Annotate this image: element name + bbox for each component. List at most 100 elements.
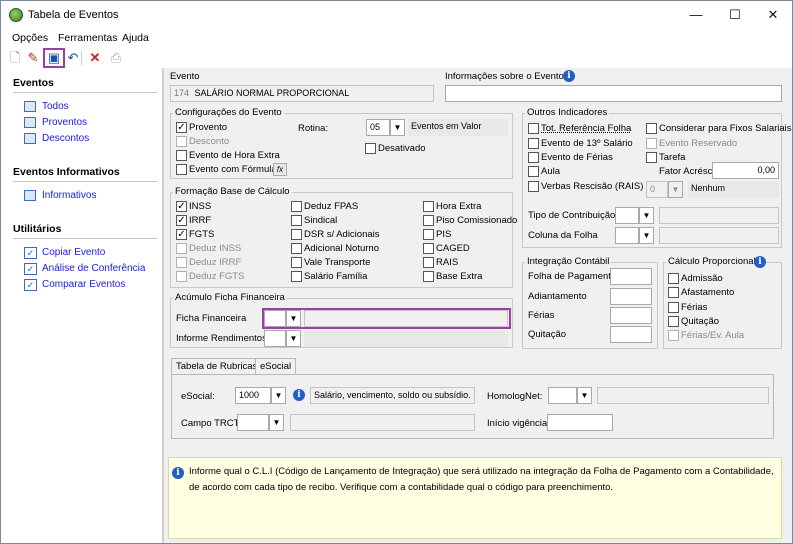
trct-input[interactable] bbox=[237, 414, 269, 431]
sidebar-item-informativos[interactable]: Informativos bbox=[42, 190, 96, 201]
dsr-checkbox[interactable] bbox=[291, 229, 302, 240]
save-highlight bbox=[43, 48, 65, 68]
info-icon[interactable]: i bbox=[754, 256, 766, 268]
caged-checkbox[interactable] bbox=[423, 243, 434, 254]
homolognet-input[interactable] bbox=[548, 387, 577, 404]
adiantamento-input[interactable] bbox=[610, 288, 652, 305]
undo-icon[interactable]: ↶ bbox=[65, 50, 81, 66]
desconto-checkbox[interactable] bbox=[176, 136, 187, 147]
piso-comissionado-checkbox[interactable] bbox=[423, 215, 434, 226]
hora-extra-base-checkbox[interactable] bbox=[423, 201, 434, 212]
evento-13-label: Evento de 13º Salário bbox=[541, 138, 633, 149]
afastamento-checkbox[interactable] bbox=[668, 287, 679, 298]
fator-input[interactable]: 0,00 bbox=[712, 162, 779, 179]
ferias-calc-checkbox[interactable] bbox=[668, 302, 679, 313]
sindical-checkbox[interactable] bbox=[291, 215, 302, 226]
sidebar-item-comparar[interactable]: Comparar Eventos bbox=[42, 279, 125, 290]
verbas-spin-input[interactable]: 0 bbox=[646, 181, 668, 198]
aula-checkbox[interactable] bbox=[528, 166, 539, 177]
adicional-noturno-checkbox[interactable] bbox=[291, 243, 302, 254]
minimize-button[interactable]: — bbox=[677, 1, 715, 29]
deduz-irrf-checkbox[interactable] bbox=[176, 257, 187, 268]
quitacao-calc-checkbox[interactable] bbox=[668, 316, 679, 327]
sidebar-item-copiar-evento[interactable]: Copiar Evento bbox=[42, 247, 105, 258]
info-evento-input[interactable] bbox=[445, 85, 782, 102]
evento-13-checkbox[interactable] bbox=[528, 138, 539, 149]
fgts-checkbox[interactable]: ✓ bbox=[176, 229, 187, 240]
sindical-label: Sindical bbox=[304, 215, 338, 226]
title-bar: Tabela de Eventos — ☐ ✕ bbox=[1, 1, 792, 29]
tab-esocial[interactable]: eSocial bbox=[255, 358, 297, 374]
homolognet-label: HomologNet: bbox=[487, 391, 543, 402]
irrf-checkbox[interactable]: ✓ bbox=[176, 215, 187, 226]
tipo-contrib-dropdown[interactable]: ▼ bbox=[639, 207, 654, 224]
sidebar-item-proventos[interactable]: Proventos bbox=[42, 117, 87, 128]
vigencia-input[interactable] bbox=[547, 414, 613, 431]
menu-bar: Opções Ferramentas Ajuda bbox=[1, 29, 792, 47]
sidebar-item-descontos[interactable]: Descontos bbox=[42, 133, 89, 144]
info-icon[interactable]: i bbox=[563, 70, 575, 82]
tot-referencia-label: Tot. Referência Folha bbox=[541, 123, 632, 134]
verbas-desc: Nenhum bbox=[688, 181, 779, 198]
menu-ferramentas[interactable]: Ferramentas bbox=[58, 32, 118, 44]
menu-ajuda[interactable]: Ajuda bbox=[122, 32, 149, 44]
ferias-aula-checkbox[interactable] bbox=[668, 330, 679, 341]
provento-label: Provento bbox=[189, 122, 228, 133]
maximize-button[interactable]: ☐ bbox=[716, 1, 754, 29]
salario-familia-checkbox[interactable] bbox=[291, 271, 302, 282]
rotina-dropdown[interactable]: ▼ bbox=[390, 119, 405, 136]
pis-checkbox[interactable] bbox=[423, 229, 434, 240]
trct-dropdown[interactable]: ▼ bbox=[269, 414, 284, 431]
fixos-salariais-checkbox[interactable] bbox=[646, 123, 657, 134]
quitacao-calc-label: Quitação bbox=[681, 316, 720, 327]
coluna-folha-dropdown[interactable]: ▼ bbox=[639, 227, 654, 244]
deduz-fpas-checkbox[interactable] bbox=[291, 201, 302, 212]
desativado-checkbox[interactable] bbox=[365, 143, 376, 154]
print-icon[interactable]: ⎙ bbox=[108, 50, 124, 66]
vale-transporte-checkbox[interactable] bbox=[291, 257, 302, 268]
rais-checkbox[interactable] bbox=[423, 257, 434, 268]
formula-checkbox[interactable] bbox=[176, 164, 187, 175]
ferias-int-input[interactable] bbox=[610, 307, 652, 324]
tot-referencia-checkbox[interactable] bbox=[528, 123, 539, 134]
esocial-input[interactable]: 1000 bbox=[235, 387, 271, 404]
tipo-contrib-input[interactable] bbox=[615, 207, 639, 224]
base-extra-checkbox[interactable] bbox=[423, 271, 434, 282]
esocial-dropdown[interactable]: ▼ bbox=[271, 387, 286, 404]
deduz-fgts-label: Deduz FGTS bbox=[189, 271, 245, 282]
inss-checkbox[interactable]: ✓ bbox=[176, 201, 187, 212]
tab-tabela-rubricas[interactable]: Tabela de Rubricas bbox=[171, 358, 263, 375]
evento-field[interactable]: 174 SALÁRIO NORMAL PROPORCIONAL bbox=[170, 85, 434, 102]
formula-button[interactable]: fx bbox=[273, 163, 287, 176]
menu-opcoes[interactable]: Opções bbox=[12, 32, 48, 44]
tipo-contrib-label: Tipo de Contribuição bbox=[528, 210, 616, 221]
deduz-inss-checkbox[interactable] bbox=[176, 243, 187, 254]
informe-dropdown[interactable]: ▼ bbox=[286, 330, 301, 347]
tarefa-checkbox[interactable] bbox=[646, 152, 657, 163]
quitacao-int-input[interactable] bbox=[610, 326, 652, 343]
close-button[interactable]: ✕ bbox=[754, 1, 792, 29]
verbas-rescisao-checkbox[interactable] bbox=[528, 181, 539, 192]
evento-reservado-label: Evento Reservado bbox=[659, 138, 738, 149]
sidebar-item-analise[interactable]: Análise de Conferência bbox=[42, 263, 145, 274]
informe-input[interactable] bbox=[264, 330, 286, 347]
evento-ferias-checkbox[interactable] bbox=[528, 152, 539, 163]
deduz-fgts-checkbox[interactable] bbox=[176, 271, 187, 282]
provento-checkbox[interactable]: ✓ bbox=[176, 122, 187, 133]
evento-reservado-checkbox[interactable] bbox=[646, 138, 657, 149]
coluna-folha-desc bbox=[659, 227, 779, 244]
hora-extra-checkbox[interactable] bbox=[176, 150, 187, 161]
rotina-input[interactable]: 05 bbox=[366, 119, 390, 136]
new-icon[interactable]: 🗋 bbox=[7, 50, 23, 66]
homolognet-dropdown[interactable]: ▼ bbox=[577, 387, 592, 404]
admissao-label: Admissão bbox=[681, 273, 723, 284]
edit-icon[interactable]: ✎ bbox=[25, 50, 41, 66]
folha-pagamento-input[interactable] bbox=[610, 268, 652, 285]
info-icon[interactable]: i bbox=[293, 389, 305, 401]
inss-label: INSS bbox=[189, 201, 212, 212]
admissao-checkbox[interactable] bbox=[668, 273, 679, 284]
coluna-folha-input[interactable] bbox=[615, 227, 639, 244]
delete-icon[interactable]: ✕ bbox=[87, 50, 103, 66]
verbas-dropdown[interactable]: ▼ bbox=[668, 181, 683, 198]
sidebar-item-todos[interactable]: Todos bbox=[42, 101, 69, 112]
